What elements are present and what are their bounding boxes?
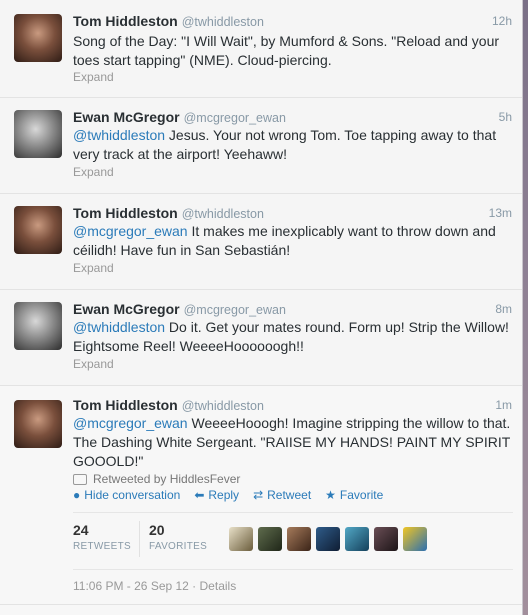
avatar[interactable] xyxy=(14,206,62,254)
tweet-timestamp[interactable]: 13m xyxy=(489,206,512,220)
tweet-author[interactable]: Tom Hiddleston @twhiddleston xyxy=(73,13,264,29)
expand-link[interactable]: Expand xyxy=(73,165,114,179)
retweet-icon: ⇄ xyxy=(253,488,264,502)
favorite-label: Favorite xyxy=(339,488,384,502)
tweet-actions: ● Hide conversation ⬅ Reply ⇄ Retweet ★ … xyxy=(73,488,383,502)
tweet-mention[interactable]: @mcgregor_ewan xyxy=(73,415,188,431)
tweet-timestamp-details[interactable]: 11:06 PM - 26 Sep 12 · Details xyxy=(73,579,236,593)
speech-bubble-icon: ● xyxy=(73,488,81,502)
favorites-stat[interactable]: 20 FAVORITES xyxy=(149,522,207,552)
star-icon: ★ xyxy=(325,488,336,502)
favorites-label: FAVORITES xyxy=(149,541,208,552)
author-name[interactable]: Tom Hiddleston xyxy=(73,397,178,413)
reply-arrow-icon: ⬅ xyxy=(194,488,205,502)
retweets-stat[interactable]: 24 RETWEETS xyxy=(73,522,131,552)
expand-link[interactable]: Expand xyxy=(73,261,114,275)
author-handle[interactable]: @mcgregor_ewan xyxy=(184,111,286,125)
retweeted-by-label[interactable]: Retweeted by HiddlesFever xyxy=(93,472,240,486)
reply-button[interactable]: ⬅ Reply xyxy=(194,488,239,502)
expand-link[interactable]: Expand xyxy=(73,70,114,84)
avatar[interactable] xyxy=(14,400,62,448)
tweet-timestamp[interactable]: 8m xyxy=(495,302,512,316)
tweet-text: @twhiddleston Do it. Get your mates roun… xyxy=(73,318,513,356)
author-name[interactable]: Tom Hiddleston xyxy=(73,13,178,29)
author-name[interactable]: Tom Hiddleston xyxy=(73,205,178,221)
avatar[interactable] xyxy=(14,110,62,158)
retweet-button[interactable]: ⇄ Retweet xyxy=(253,488,311,502)
reply-label: Reply xyxy=(208,488,240,502)
avatar[interactable] xyxy=(345,527,369,551)
tweet-mention[interactable]: @twhiddleston xyxy=(73,127,165,143)
avatar[interactable] xyxy=(403,527,427,551)
tweet-text: Song of the Day: "I Will Wait", by Mumfo… xyxy=(73,32,513,70)
tweet-author[interactable]: Ewan McGregor @mcgregor_ewan xyxy=(73,301,286,317)
tweet-mention[interactable]: @mcgregor_ewan xyxy=(73,223,188,239)
retweet-badge-icon xyxy=(73,473,87,485)
tweet-item[interactable]: Ewan McGregor @mcgregor_ewan 8m @twhiddle… xyxy=(0,290,522,386)
tweet-author[interactable]: Tom Hiddleston @twhiddleston xyxy=(73,205,264,221)
favorite-button[interactable]: ★ Favorite xyxy=(325,488,383,502)
avatar[interactable] xyxy=(14,302,62,350)
tweet-author[interactable]: Tom Hiddleston @twhiddleston xyxy=(73,397,264,413)
avatar[interactable] xyxy=(316,527,340,551)
favorites-count: 20 xyxy=(149,522,165,538)
retweets-count: 24 xyxy=(73,522,89,538)
hide-conversation-label: Hide conversation xyxy=(84,488,181,502)
retweets-label: RETWEETS xyxy=(73,541,131,552)
divider xyxy=(0,604,522,605)
tweet-text: @twhiddleston Jesus. Your not wrong Tom.… xyxy=(73,126,513,164)
expand-link[interactable]: Expand xyxy=(73,357,114,371)
favoriter-avatars xyxy=(229,527,427,551)
tweet-text: @mcgregor_ewan It makes me inexplicably … xyxy=(73,222,513,260)
avatar[interactable] xyxy=(258,527,282,551)
tweet-mention[interactable]: @twhiddleston xyxy=(73,319,165,335)
author-handle[interactable]: @twhiddleston xyxy=(182,399,264,413)
tweet-stats: 24 RETWEETS 20 FAVORITES xyxy=(73,512,513,570)
avatar[interactable] xyxy=(229,527,253,551)
tweet-author[interactable]: Ewan McGregor @mcgregor_ewan xyxy=(73,109,286,125)
author-handle[interactable]: @mcgregor_ewan xyxy=(184,303,286,317)
retweet-label: Retweet xyxy=(267,488,312,502)
tweet-timestamp[interactable]: 12h xyxy=(492,14,512,28)
hide-conversation-button[interactable]: ● Hide conversation xyxy=(73,488,180,502)
author-name[interactable]: Ewan McGregor xyxy=(73,301,180,317)
stats-divider xyxy=(139,521,140,557)
tweet-text: @mcgregor_ewan WeeeeHooogh! Imagine stri… xyxy=(73,414,513,471)
retweeted-by: Retweeted by HiddlesFever xyxy=(73,472,240,486)
tweet-timeline: Tom Hiddleston @twhiddleston 12h Song of … xyxy=(0,0,523,615)
tweet-timestamp[interactable]: 5h xyxy=(499,110,512,124)
tweet-timestamp[interactable]: 1m xyxy=(495,398,512,412)
author-name[interactable]: Ewan McGregor xyxy=(73,109,180,125)
avatar[interactable] xyxy=(374,527,398,551)
author-handle[interactable]: @twhiddleston xyxy=(182,15,264,29)
tweet-item[interactable]: Tom Hiddleston @twhiddleston 13m @mcgrego… xyxy=(0,194,522,290)
tweet-item[interactable]: Ewan McGregor @mcgregor_ewan 5h @twhiddle… xyxy=(0,98,522,194)
avatar[interactable] xyxy=(14,14,62,62)
avatar[interactable] xyxy=(287,527,311,551)
tweet-body: Song of the Day: "I Will Wait", by Mumfo… xyxy=(73,33,500,68)
author-handle[interactable]: @twhiddleston xyxy=(182,207,264,221)
tweet-item[interactable]: Tom Hiddleston @twhiddleston 12h Song of … xyxy=(0,0,522,98)
